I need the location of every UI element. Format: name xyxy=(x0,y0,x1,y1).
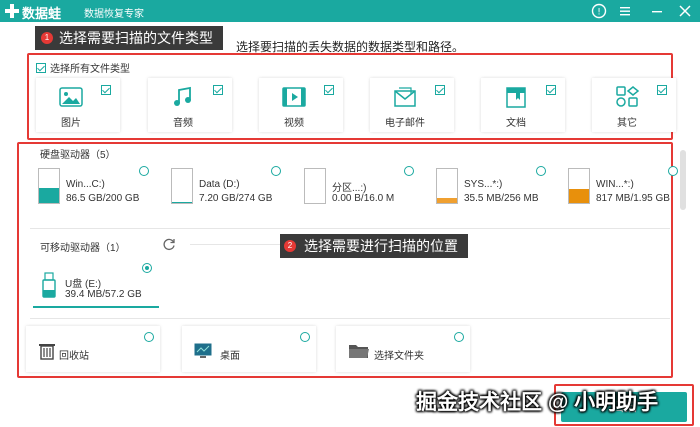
file-type-label: 电子邮件 xyxy=(385,118,425,129)
drive-name: WIN...*:) xyxy=(596,179,634,190)
drive-size: 0.00 B/16.0 M xyxy=(332,193,395,204)
drive-item[interactable]: Data (D:) 7.20 GB/274 GB xyxy=(171,162,283,210)
section-divider xyxy=(190,244,280,245)
refresh-icon[interactable] xyxy=(162,237,176,251)
drive-size: 86.5 GB/200 GB xyxy=(66,193,140,204)
file-type-label: 图片 xyxy=(61,118,81,129)
annotation-banner-1: 1 选择需要扫描的文件类型 xyxy=(35,26,223,50)
drive-name: U盘 (E:) xyxy=(65,279,102,290)
drive-icon xyxy=(304,168,326,204)
file-type-checkbox[interactable] xyxy=(657,85,667,95)
file-type-checkbox[interactable] xyxy=(213,85,223,95)
app-subtitle: 数据恢复专家 xyxy=(84,9,144,20)
location-label: 回收站 xyxy=(59,351,89,362)
drive-icon xyxy=(171,168,193,204)
svg-text:!: ! xyxy=(597,8,601,18)
watermark: 掘金技术社区 @ 小明助手 xyxy=(416,391,659,414)
file-type-label: 视频 xyxy=(284,118,304,129)
drive-size: 817 MB/1.95 GB xyxy=(596,193,670,204)
image-icon xyxy=(59,87,83,107)
annotation-text-2: 选择需要进行扫描的位置 xyxy=(304,238,458,254)
drive-icon xyxy=(38,168,60,204)
drive-item[interactable]: WIN...*:) 817 MB/1.95 GB xyxy=(568,162,680,210)
drive-icon xyxy=(568,168,590,204)
drive-name: 分区...:) xyxy=(332,183,367,194)
document-icon xyxy=(506,87,526,108)
recycle-bin-icon xyxy=(39,344,55,360)
file-type-label: 其它 xyxy=(617,118,637,129)
email-icon xyxy=(394,87,416,107)
hard-drives-title: 硬盘驱动器（5） xyxy=(40,150,116,161)
file-type-checkbox[interactable] xyxy=(101,85,111,95)
select-all-file-types[interactable]: 选择所有文件类型 xyxy=(36,60,130,75)
drive-name: Data (D:) xyxy=(199,179,240,190)
location-radio[interactable] xyxy=(144,332,154,342)
removable-drive-item[interactable]: U盘 (E:) 39.4 MB/57.2 GB xyxy=(33,264,159,308)
video-icon xyxy=(282,87,306,107)
drive-size: 39.4 MB/57.2 GB xyxy=(65,289,142,300)
drive-item[interactable]: 分区...:) 0.00 B/16.0 M xyxy=(304,162,416,210)
drive-radio[interactable] xyxy=(271,166,281,176)
section-divider xyxy=(30,228,670,229)
file-type-card-document[interactable]: 文档 xyxy=(481,78,565,132)
file-type-card-image[interactable]: 图片 xyxy=(36,78,120,132)
drive-name: SYS...*:) xyxy=(464,179,503,190)
drive-icon xyxy=(436,168,458,204)
minimize-icon[interactable] xyxy=(648,2,666,20)
help-icon[interactable]: ! xyxy=(590,2,608,20)
section-divider xyxy=(30,318,670,319)
music-icon xyxy=(174,86,191,106)
select-all-checkbox[interactable] xyxy=(36,63,46,73)
drive-size: 7.20 GB/274 GB xyxy=(199,193,273,204)
annotation-number-1: 1 xyxy=(41,32,53,44)
drive-radio[interactable] xyxy=(536,166,546,176)
drive-item[interactable]: SYS...*:) 35.5 MB/256 MB xyxy=(436,162,548,210)
annotation-number-2: 2 xyxy=(284,240,296,252)
file-type-checkbox[interactable] xyxy=(435,85,445,95)
location-label: 桌面 xyxy=(220,351,240,362)
close-icon[interactable] xyxy=(676,2,694,20)
usb-drive-icon xyxy=(42,272,56,298)
file-type-card-video[interactable]: 视频 xyxy=(259,78,343,132)
file-type-card-email[interactable]: 电子邮件 xyxy=(370,78,454,132)
folder-icon xyxy=(349,345,369,358)
location-desktop[interactable]: 桌面 xyxy=(182,326,316,372)
file-type-checkbox[interactable] xyxy=(546,85,556,95)
location-select-folder[interactable]: 选择文件夹 xyxy=(336,326,470,372)
annotation-text-1: 选择需要扫描的文件类型 xyxy=(59,30,213,46)
drive-size: 35.5 MB/256 MB xyxy=(464,193,539,204)
title-bar: 数据蛙 数据恢复专家 ! xyxy=(0,0,700,22)
drive-radio[interactable] xyxy=(668,166,678,176)
select-all-label: 选择所有文件类型 xyxy=(50,64,130,75)
app-name: 数据蛙 xyxy=(22,6,62,21)
location-radio[interactable] xyxy=(300,332,310,342)
file-type-card-other[interactable]: 其它 xyxy=(592,78,676,132)
location-label: 选择文件夹 xyxy=(374,351,424,362)
drive-radio[interactable] xyxy=(139,166,149,176)
other-icon xyxy=(616,86,640,107)
drive-name: Win...C:) xyxy=(66,179,105,190)
annotation-banner-2: 2 选择需要进行扫描的位置 xyxy=(280,234,468,258)
scrollbar[interactable] xyxy=(680,150,686,210)
location-recycle-bin[interactable]: 回收站 xyxy=(26,326,160,372)
desktop-icon xyxy=(194,343,212,358)
drive-radio[interactable] xyxy=(404,166,414,176)
file-type-label: 文档 xyxy=(506,118,526,129)
location-radio[interactable] xyxy=(454,332,464,342)
file-type-checkbox[interactable] xyxy=(324,85,334,95)
file-type-label: 音频 xyxy=(173,118,193,129)
menu-icon[interactable] xyxy=(616,2,634,20)
removable-drive-radio[interactable] xyxy=(142,263,152,273)
app-logo-icon xyxy=(5,4,19,18)
removable-drives-title: 可移动驱动器（1） xyxy=(40,243,126,254)
drive-item[interactable]: Win...C:) 86.5 GB/200 GB xyxy=(38,162,150,210)
file-type-card-audio[interactable]: 音频 xyxy=(148,78,232,132)
